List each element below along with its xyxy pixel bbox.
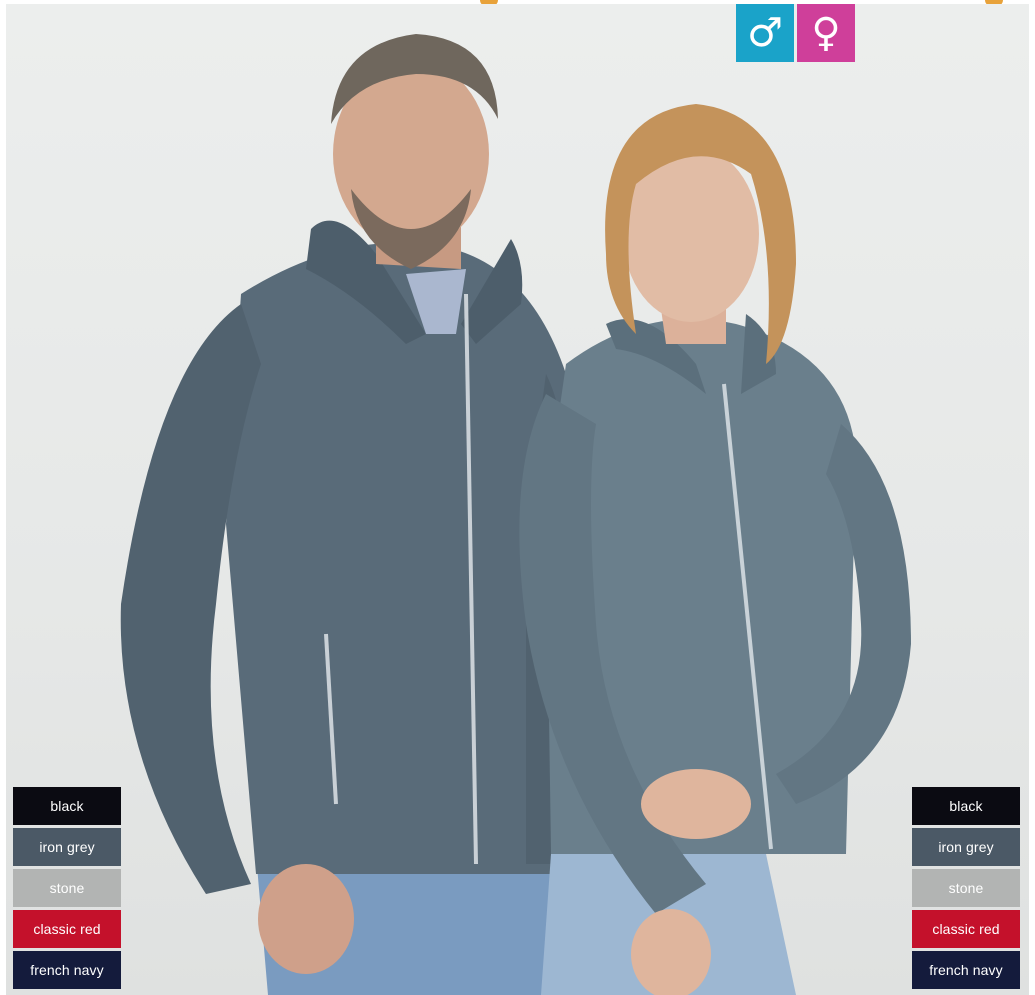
male-model [120, 34, 567, 995]
female-model [519, 104, 911, 995]
swatch-classic-red[interactable]: classic red [912, 910, 1020, 948]
swatch-french-navy[interactable]: french navy [13, 951, 121, 989]
swatch-classic-red[interactable]: classic red [13, 910, 121, 948]
product-photo [6, 4, 1029, 995]
swatch-black[interactable]: black [13, 787, 121, 825]
swatch-black[interactable]: black [912, 787, 1020, 825]
swatch-stone[interactable]: stone [13, 869, 121, 907]
male-icon[interactable]: ♂ [736, 4, 794, 62]
models-illustration [120, 34, 911, 995]
color-swatches-men: black iron grey stone classic red french… [13, 787, 121, 992]
swatch-iron-grey[interactable]: iron grey [912, 828, 1020, 866]
swatch-stone[interactable]: stone [912, 869, 1020, 907]
color-swatches-women: black iron grey stone classic red french… [912, 787, 1020, 992]
female-icon[interactable]: ♀ [797, 4, 855, 62]
swatch-iron-grey[interactable]: iron grey [13, 828, 121, 866]
swatch-french-navy[interactable]: french navy [912, 951, 1020, 989]
